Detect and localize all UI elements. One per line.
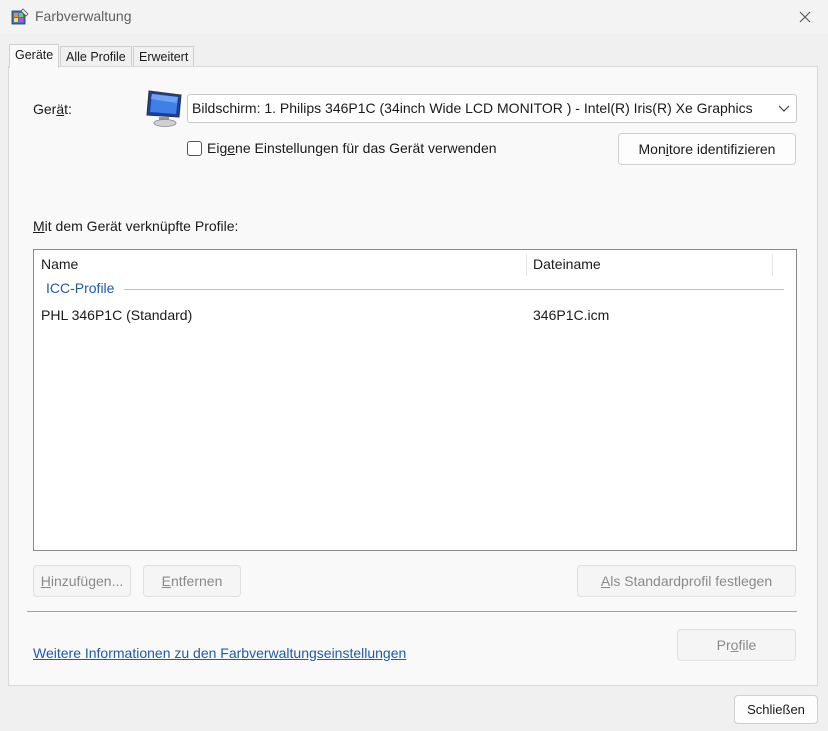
more-info-link[interactable]: Weitere Informationen zu den Farbverwalt… — [33, 645, 406, 661]
group-divider — [124, 289, 784, 290]
remove-profile-button[interactable]: Entfernen — [143, 565, 241, 597]
close-window-button[interactable] — [782, 0, 828, 34]
devices-panel: Gerät: Bildschirm: 1. Philips 346P1C (34… — [8, 66, 818, 686]
column-separator[interactable] — [526, 254, 527, 276]
tab-all-profiles[interactable]: Alle Profile — [60, 46, 132, 67]
chevron-down-icon — [778, 105, 790, 112]
column-header-name[interactable]: Name — [41, 250, 78, 278]
table-row[interactable]: PHL 346P1C (Standard) 346P1C.icm — [34, 304, 796, 328]
device-select-value: Bildschirm: 1. Philips 346P1C (34inch Wi… — [192, 100, 753, 116]
close-button[interactable]: Schließen — [734, 695, 818, 724]
tab-advanced[interactable]: Erweitert — [133, 46, 195, 67]
group-label-icc: ICC-Profile — [46, 280, 115, 296]
title-bar: Farbverwaltung — [0, 0, 828, 34]
custom-settings-checkbox[interactable] — [187, 141, 202, 156]
profiles-list[interactable]: Name Dateiname ICC-Profile PHL 346P1C (S… — [33, 249, 797, 551]
window-title: Farbverwaltung — [35, 8, 132, 24]
profile-button[interactable]: Profile — [677, 629, 796, 661]
add-profile-button[interactable]: Hinzufügen... — [33, 565, 131, 597]
column-separator[interactable] — [772, 254, 773, 276]
color-management-icon — [11, 8, 29, 25]
custom-settings-label: Eigene Einstellungen für das Gerät verwe… — [207, 140, 497, 156]
profiles-heading: Mit dem Gerät verknüpfte Profile: — [33, 218, 239, 234]
close-icon — [799, 11, 811, 23]
set-default-profile-button[interactable]: Als Standardprofil festlegen — [577, 565, 796, 597]
tab-devices[interactable]: Geräte — [9, 44, 60, 68]
row-profile-name: PHL 346P1C (Standard) — [41, 307, 193, 323]
column-header-filename[interactable]: Dateiname — [533, 250, 601, 278]
monitor-icon — [146, 90, 182, 127]
identify-monitors-button[interactable]: Monitore identifizieren — [618, 133, 796, 165]
device-select[interactable]: Bildschirm: 1. Philips 346P1C (34inch Wi… — [187, 94, 797, 123]
row-profile-file: 346P1C.icm — [533, 307, 610, 323]
device-label: Gerät: — [33, 101, 72, 117]
section-divider — [27, 611, 797, 612]
